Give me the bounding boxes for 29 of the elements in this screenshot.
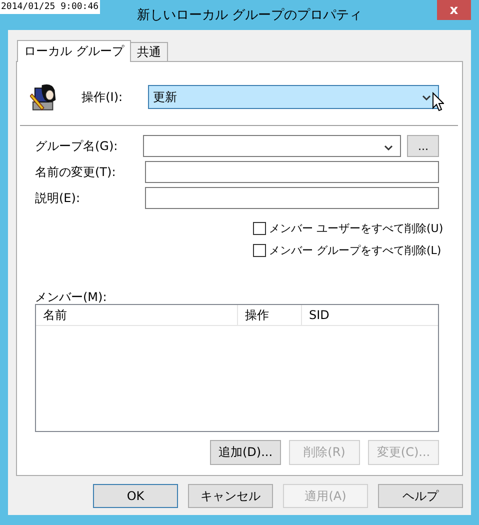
dialog-button[interactable]: OK bbox=[93, 484, 178, 508]
field-label: 名前の変更(T): bbox=[35, 164, 117, 180]
field-label: 操作(I): bbox=[82, 88, 124, 106]
timestamp: 2014/01/25 9:00:46 bbox=[0, 0, 100, 14]
checkbox[interactable] bbox=[253, 222, 266, 235]
chevron-down-icon bbox=[422, 95, 431, 101]
field-label: グループ名(G): bbox=[35, 138, 119, 154]
chevron-down-icon bbox=[384, 145, 394, 151]
window-title: 新しいローカル グループのプロパティ bbox=[136, 7, 362, 24]
input-field[interactable] bbox=[145, 161, 439, 183]
checkbox-label[interactable]: メンバー グループをすべて削除(L) bbox=[269, 243, 442, 258]
close-button[interactable]: x bbox=[437, 0, 471, 20]
list-action-button[interactable]: 追加(D)... bbox=[210, 440, 281, 465]
dialog-button[interactable]: キャンセル bbox=[188, 484, 273, 508]
tab[interactable]: ローカル グループ bbox=[17, 40, 131, 62]
group-name-dropdown[interactable] bbox=[143, 135, 402, 157]
checkbox[interactable] bbox=[253, 244, 266, 257]
column-header[interactable]: 名前 bbox=[36, 305, 238, 325]
members-list[interactable]: 名前 操作 SID bbox=[35, 304, 439, 432]
dialog-button[interactable]: ヘルプ bbox=[378, 484, 463, 508]
field-label: 説明(E): bbox=[35, 190, 81, 206]
checkbox-label[interactable]: メンバー ユーザーをすべて削除(U) bbox=[269, 221, 444, 236]
column-header[interactable]: 操作 bbox=[238, 305, 302, 325]
browse-button[interactable]: ... bbox=[407, 135, 439, 157]
tab[interactable]: 共通 bbox=[130, 42, 168, 61]
members-label: メンバー(M): bbox=[35, 290, 108, 304]
column-header[interactable]: SID bbox=[302, 305, 438, 325]
mouse-cursor-icon bbox=[432, 92, 444, 112]
input-field[interactable] bbox=[145, 187, 439, 209]
